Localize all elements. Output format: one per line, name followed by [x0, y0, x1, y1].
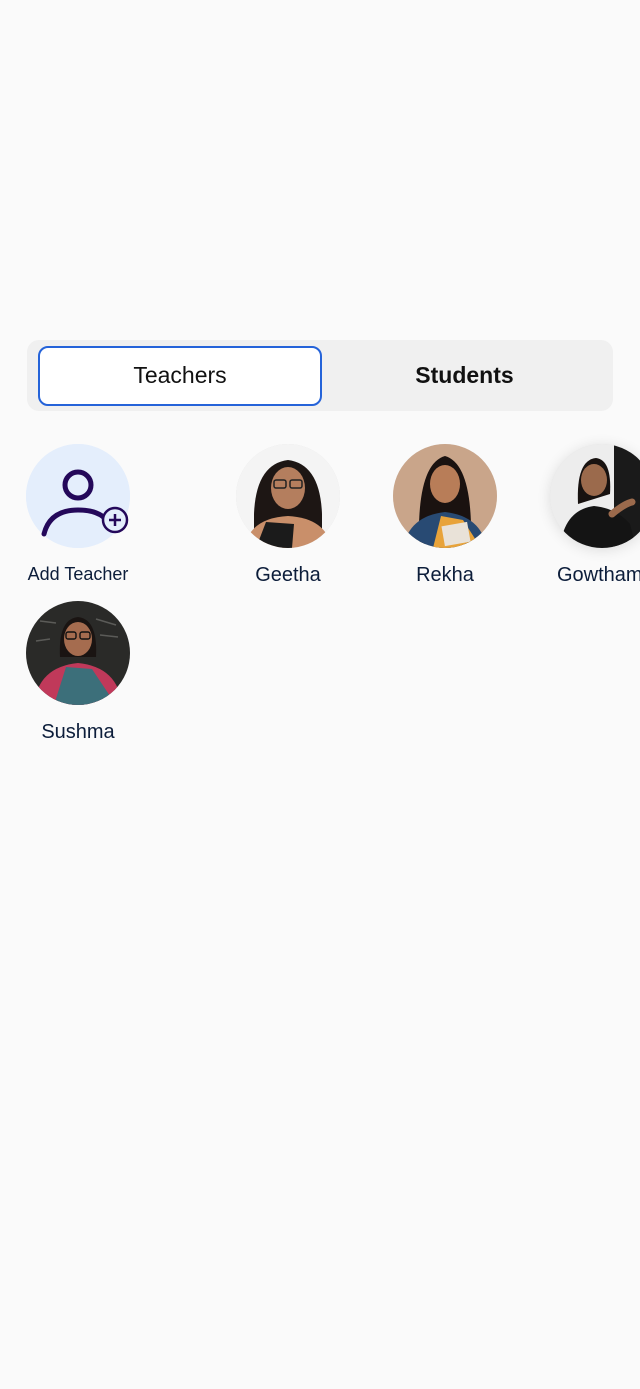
- teacher-item-sushma[interactable]: Sushma: [26, 601, 130, 744]
- add-user-icon: [26, 444, 130, 548]
- teacher-item-rekha[interactable]: Rekha: [393, 444, 497, 587]
- teacher-name: Geetha: [255, 564, 321, 586]
- teacher-avatar: [393, 444, 497, 548]
- teacher-avatar: [26, 601, 130, 705]
- teacher-item-geetha[interactable]: Geetha: [236, 444, 340, 587]
- teacher-name: Gowthami: [556, 564, 640, 586]
- tab-students[interactable]: Students: [322, 346, 607, 406]
- teacher-name: Sushma: [41, 721, 115, 743]
- teachers-screen: Teachers Students Add Teacher Geetha Rek…: [0, 0, 640, 1389]
- teacher-grid: Add Teacher Geetha Rekha Gowthami Sushma: [0, 444, 640, 744]
- tab-teachers[interactable]: Teachers: [38, 345, 322, 406]
- teacher-avatar: [550, 444, 640, 548]
- tab-teachers-label: Teachers: [133, 362, 227, 388]
- tab-students-label: Students: [415, 362, 514, 388]
- add-teacher-label: Add Teacher: [27, 564, 129, 584]
- teacher-item-gowthami[interactable]: Gowthami: [550, 444, 640, 587]
- segmented-tabs: Teachers Students: [27, 340, 613, 411]
- teacher-name: Rekha: [416, 564, 474, 586]
- add-teacher-button[interactable]: Add Teacher: [26, 444, 130, 587]
- teacher-avatar: [236, 444, 340, 548]
